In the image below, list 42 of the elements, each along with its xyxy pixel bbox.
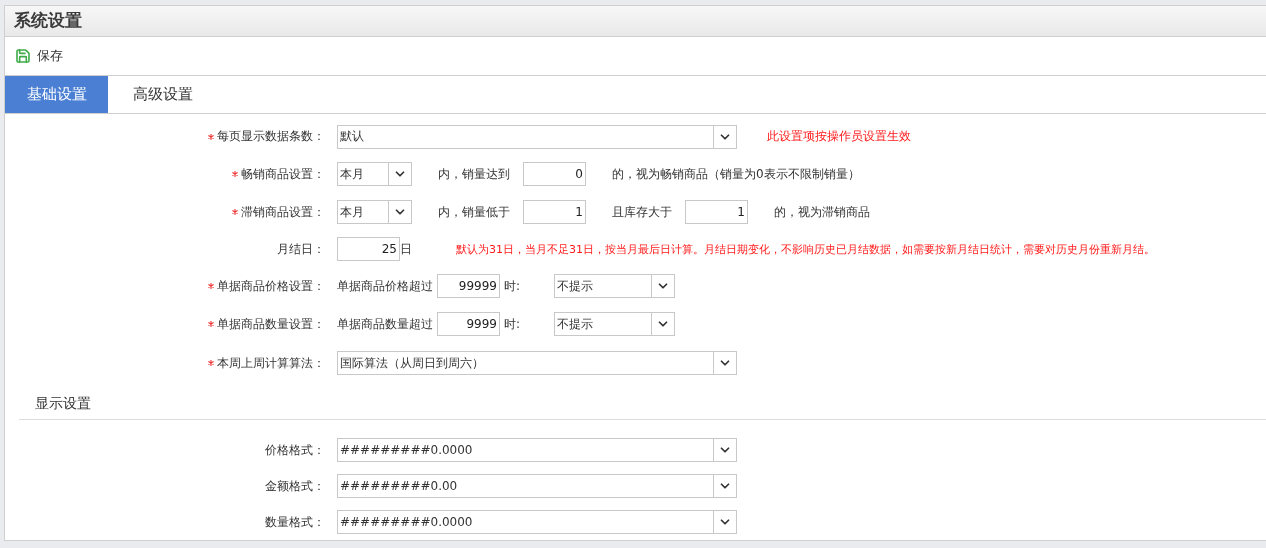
page-title: 系统设置 [14,9,82,33]
field-label: 本周上周计算算法： [217,354,325,372]
dropdown[interactable]: 默认 [337,124,737,149]
field-label: 价格格式： [265,441,325,459]
field-label: 单据商品价格设置： [217,277,325,295]
field-label: 每页显示数据条数： [217,128,325,145]
field-text: 内，销量低于 [438,203,510,221]
field-label: 月结日： [277,240,325,258]
field-label: 金额格式： [265,477,325,495]
section-heading: 显示设置 [35,395,91,413]
save-button[interactable]: 保存 [15,46,63,65]
dropdown[interactable]: #########0.00 [337,474,737,498]
dropdown[interactable]: #########0.0000 [337,510,737,534]
tab[interactable]: 基础设置 [5,75,108,113]
field-label: 数量格式： [265,513,325,531]
number-field[interactable]: 9999 [437,312,500,336]
field-text: 单据商品价格超过 [337,277,433,295]
number-field[interactable]: 99999 [437,274,500,298]
number-field[interactable]: 0 [523,162,586,186]
dropdown[interactable]: 本月 [337,200,412,224]
field-text: 内，销量达到 [438,165,510,183]
dropdown[interactable]: 不提示 [554,274,676,298]
field-text: 日 [400,240,412,258]
dropdown[interactable]: #########0.0000 [337,438,737,462]
dropdown[interactable]: 本月 [337,162,412,186]
hint-text: 默认为31日，当月不足31日，按当月最后日计算。月结日期变化，不影响历史已月结数据，如需要按新月结日统计，需要对历史月份重新月结。 [456,241,1155,257]
field-text: 单据商品数量超过 [337,315,433,333]
field-text: 且库存大于 [612,203,672,221]
field-text: 的，视为畅销商品（销量为0表示不限制销量） [612,165,860,183]
field-label: 滞销商品设置： [241,203,325,221]
field-text: 的，视为滞销商品 [774,203,870,221]
field-text: 时: [504,315,521,333]
number-field[interactable]: 1 [523,200,586,224]
save-icon [15,47,31,64]
dropdown[interactable]: 国际算法（从周日到周六） [337,351,737,375]
field-label: 单据商品数量设置： [217,315,325,333]
field-text: 时: [504,277,521,295]
number-field[interactable]: 1 [685,200,748,224]
number-field[interactable]: 25 [337,237,400,261]
field-label: 畅销商品设置： [241,165,325,183]
dropdown[interactable]: 不提示 [554,312,676,336]
hint-text: 此设置项按操作员设置生效 [767,128,911,145]
